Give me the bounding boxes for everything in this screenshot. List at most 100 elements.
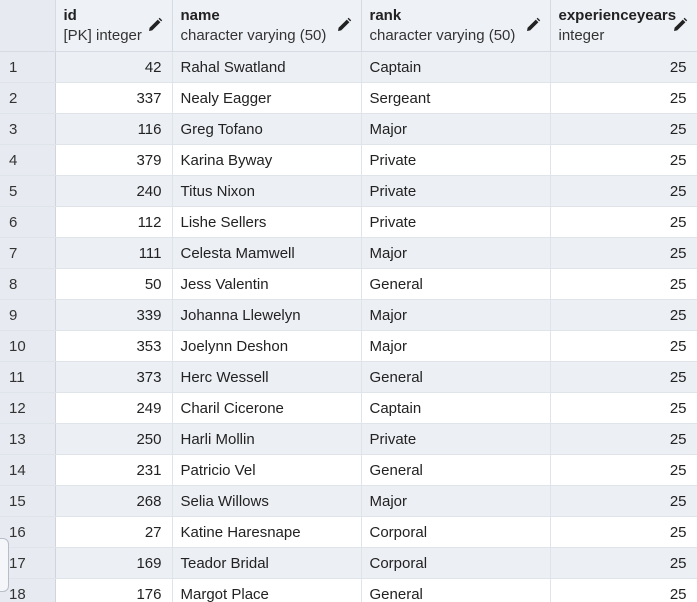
cell-rank[interactable]: Private [361,423,551,455]
cell-id[interactable]: 231 [55,454,173,486]
cell-experienceyears[interactable]: 25 [550,82,697,114]
table-row[interactable]: 6 112 Lishe Sellers Private 25 [0,206,697,238]
cell-rank[interactable]: General [361,361,551,393]
cell-rank[interactable]: Private [361,144,551,176]
scroll-handle[interactable] [0,538,9,592]
cell-rank[interactable]: Major [361,485,551,517]
table-row[interactable]: 11 373 Herc Wessell General 25 [0,361,697,393]
table-row[interactable]: 13 250 Harli Mollin Private 25 [0,423,697,455]
row-number-cell[interactable]: 1 [0,51,56,83]
column-header-name[interactable]: name character varying (50) [172,0,362,52]
cell-experienceyears[interactable]: 25 [550,454,697,486]
pencil-icon[interactable] [336,17,352,33]
table-row[interactable]: 9 339 Johanna Llewelyn Major 25 [0,299,697,331]
row-number-cell[interactable]: 3 [0,113,56,145]
table-row[interactable]: 4 379 Karina Byway Private 25 [0,144,697,176]
cell-rank[interactable]: Major [361,299,551,331]
pencil-icon[interactable] [525,17,541,33]
row-number-cell[interactable]: 2 [0,82,56,114]
cell-name[interactable]: Charil Cicerone [172,392,362,424]
cell-id[interactable]: 250 [55,423,173,455]
cell-id[interactable]: 240 [55,175,173,207]
table-row[interactable]: 3 116 Greg Tofano Major 25 [0,113,697,145]
cell-rank[interactable]: General [361,578,551,602]
cell-rank[interactable]: Sergeant [361,82,551,114]
cell-rank[interactable]: Captain [361,392,551,424]
row-number-cell[interactable]: 9 [0,299,56,331]
cell-rank[interactable]: General [361,454,551,486]
table-row[interactable]: 14 231 Patricio Vel General 25 [0,454,697,486]
row-number-cell[interactable]: 14 [0,454,56,486]
table-row[interactable]: 12 249 Charil Cicerone Captain 25 [0,392,697,424]
table-row[interactable]: 16 27 Katine Haresnape Corporal 25 [0,516,697,548]
cell-name[interactable]: Jess Valentin [172,268,362,300]
row-number-cell[interactable]: 8 [0,268,56,300]
column-header-rank[interactable]: rank character varying (50) [361,0,551,52]
cell-rank[interactable]: Major [361,237,551,269]
cell-name[interactable]: Margot Place [172,578,362,602]
table-row[interactable]: 7 111 Celesta Mamwell Major 25 [0,237,697,269]
row-number-cell[interactable]: 4 [0,144,56,176]
cell-experienceyears[interactable]: 25 [550,175,697,207]
cell-id[interactable]: 42 [55,51,173,83]
cell-id[interactable]: 373 [55,361,173,393]
cell-experienceyears[interactable]: 25 [550,237,697,269]
cell-id[interactable]: 27 [55,516,173,548]
cell-name[interactable]: Nealy Eagger [172,82,362,114]
cell-experienceyears[interactable]: 25 [550,206,697,238]
cell-name[interactable]: Joelynn Deshon [172,330,362,362]
cell-experienceyears[interactable]: 25 [550,51,697,83]
cell-experienceyears[interactable]: 25 [550,144,697,176]
cell-experienceyears[interactable]: 25 [550,330,697,362]
cell-id[interactable]: 337 [55,82,173,114]
cell-experienceyears[interactable]: 25 [550,299,697,331]
cell-experienceyears[interactable]: 25 [550,423,697,455]
table-row[interactable]: 10 353 Joelynn Deshon Major 25 [0,330,697,362]
cell-rank[interactable]: Major [361,113,551,145]
cell-id[interactable]: 112 [55,206,173,238]
row-number-cell[interactable]: 13 [0,423,56,455]
pencil-icon[interactable] [672,17,688,33]
cell-experienceyears[interactable]: 25 [550,268,697,300]
cell-name[interactable]: Titus Nixon [172,175,362,207]
cell-experienceyears[interactable]: 25 [550,392,697,424]
cell-name[interactable]: Johanna Llewelyn [172,299,362,331]
cell-id[interactable]: 111 [55,237,173,269]
pencil-icon[interactable] [147,17,163,33]
row-number-cell[interactable]: 6 [0,206,56,238]
select-all-corner[interactable] [0,0,56,52]
cell-experienceyears[interactable]: 25 [550,485,697,517]
table-row[interactable]: 8 50 Jess Valentin General 25 [0,268,697,300]
cell-rank[interactable]: Captain [361,51,551,83]
cell-id[interactable]: 176 [55,578,173,602]
cell-id[interactable]: 353 [55,330,173,362]
cell-name[interactable]: Harli Mollin [172,423,362,455]
row-number-cell[interactable]: 10 [0,330,56,362]
column-header-id[interactable]: id [PK] integer [55,0,173,52]
cell-rank[interactable]: Major [361,330,551,362]
cell-name[interactable]: Rahal Swatland [172,51,362,83]
cell-id[interactable]: 50 [55,268,173,300]
cell-rank[interactable]: General [361,268,551,300]
row-number-cell[interactable]: 5 [0,175,56,207]
cell-id[interactable]: 339 [55,299,173,331]
cell-experienceyears[interactable]: 25 [550,361,697,393]
table-row[interactable]: 5 240 Titus Nixon Private 25 [0,175,697,207]
cell-id[interactable]: 116 [55,113,173,145]
cell-id[interactable]: 268 [55,485,173,517]
row-number-cell[interactable]: 15 [0,485,56,517]
row-number-cell[interactable]: 11 [0,361,56,393]
column-header-experienceyears[interactable]: experienceyears integer [550,0,697,52]
cell-experienceyears[interactable]: 25 [550,516,697,548]
cell-name[interactable]: Teador Bridal [172,547,362,579]
cell-experienceyears[interactable]: 25 [550,113,697,145]
row-number-cell[interactable]: 12 [0,392,56,424]
table-row[interactable]: 18 176 Margot Place General 25 [0,578,697,602]
cell-experienceyears[interactable]: 25 [550,578,697,602]
cell-name[interactable]: Herc Wessell [172,361,362,393]
cell-rank[interactable]: Private [361,206,551,238]
cell-rank[interactable]: Private [361,175,551,207]
table-row[interactable]: 17 169 Teador Bridal Corporal 25 [0,547,697,579]
cell-id[interactable]: 379 [55,144,173,176]
cell-name[interactable]: Karina Byway [172,144,362,176]
